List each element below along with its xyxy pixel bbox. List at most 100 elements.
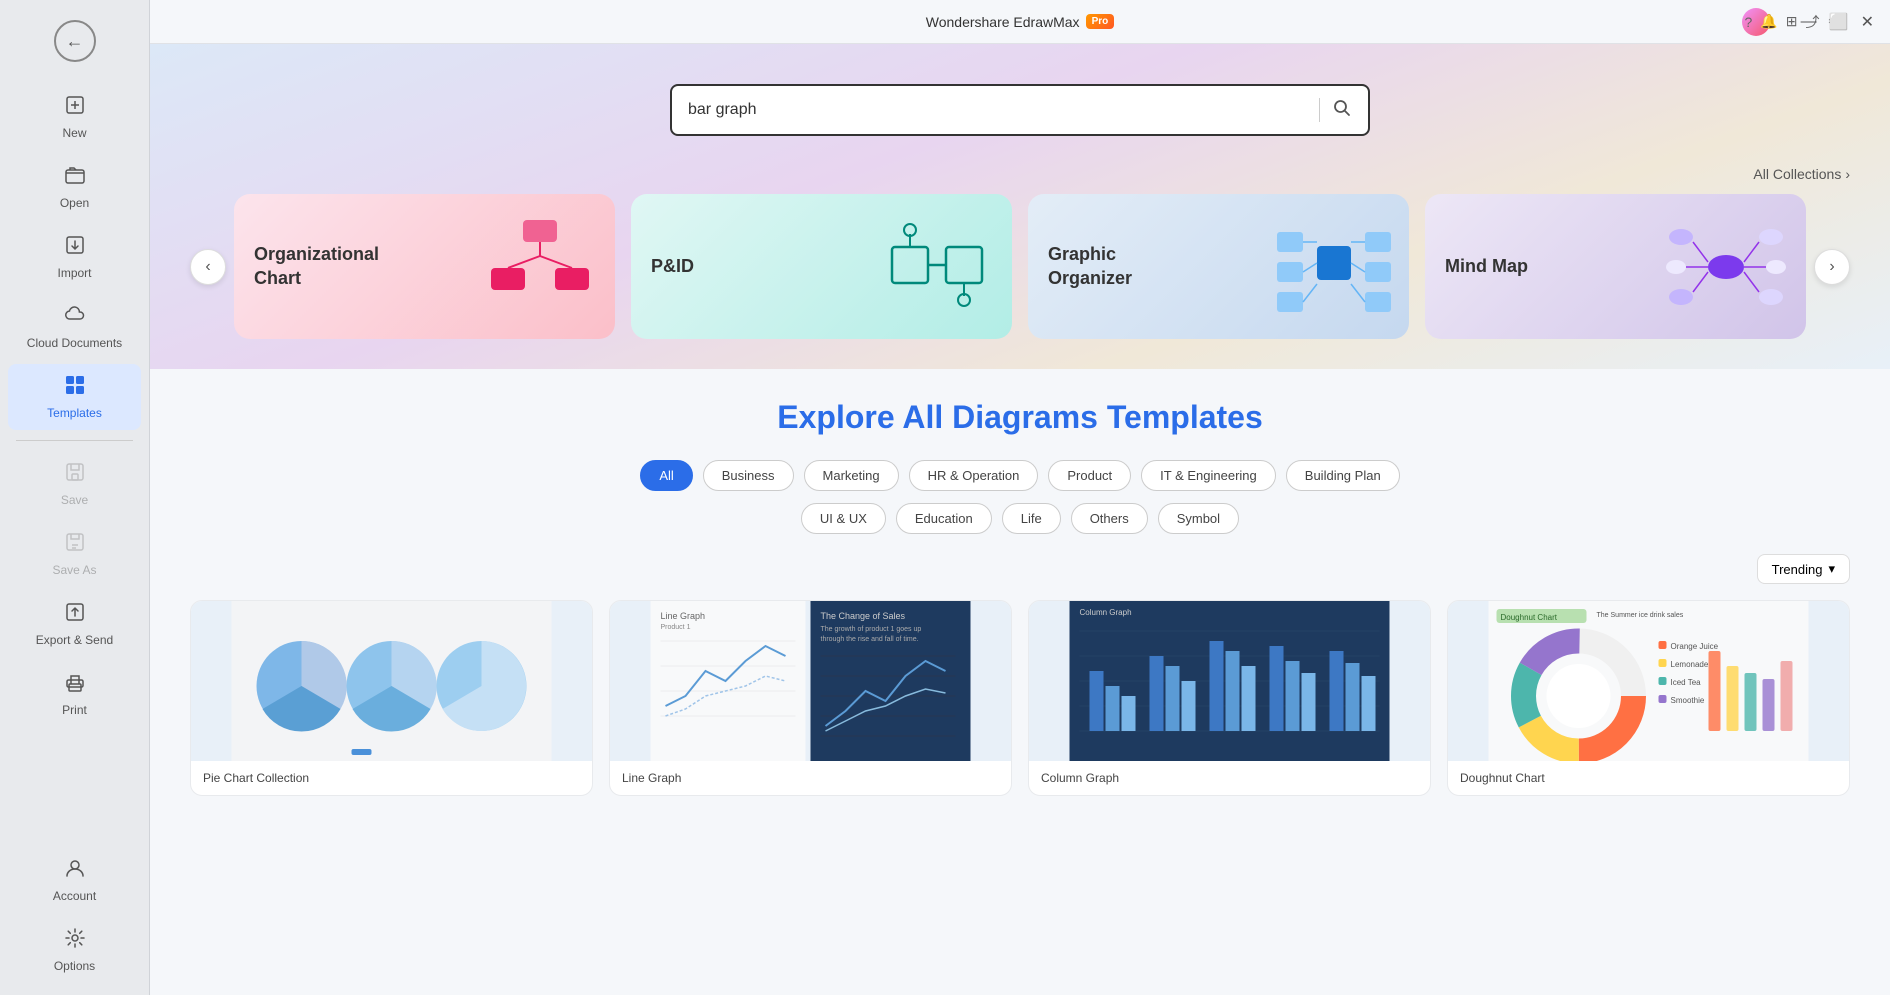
trending-chevron-icon: ▾	[1828, 561, 1835, 577]
sidebar-item-cloud[interactable]: Cloud Documents	[8, 294, 141, 360]
svg-text:The Summer ice drink sales: The Summer ice drink sales	[1597, 612, 1684, 619]
template-card-bar[interactable]: Column Graph	[1028, 600, 1431, 796]
template-thumb-doughnut: Doughnut Chart The Summer ice drink sale…	[1448, 601, 1849, 761]
help-icon[interactable]: ?	[1744, 14, 1752, 30]
carousel-card-org-chart[interactable]: Organizational Chart	[234, 194, 615, 339]
sidebar-item-account[interactable]: Account	[8, 847, 141, 913]
sidebar-item-export[interactable]: Export & Send	[8, 591, 141, 657]
trending-dropdown[interactable]: Trending ▾	[1757, 554, 1850, 584]
sidebar-item-import[interactable]: Import	[8, 224, 141, 290]
sidebar-print-label: Print	[62, 703, 87, 717]
template-info-line: Line Graph	[610, 761, 1011, 795]
mind-map-image	[1656, 194, 1796, 339]
sidebar-item-options[interactable]: Options	[8, 917, 141, 983]
template-info-doughnut: Doughnut Chart	[1448, 761, 1849, 795]
template-name-bar: Column Graph	[1041, 771, 1418, 785]
cloud-icon	[64, 304, 86, 332]
templates-heading: Explore All Diagrams Templates	[190, 399, 1850, 436]
minimize-button[interactable]: —	[1801, 13, 1817, 31]
content-area: All Collections › ‹ Organizational Chart	[150, 44, 1890, 995]
svg-text:Orange Juice: Orange Juice	[1671, 642, 1719, 651]
filter-pill-business[interactable]: Business	[703, 460, 794, 491]
search-input[interactable]	[688, 101, 1307, 119]
svg-text:Product 1: Product 1	[661, 624, 691, 631]
save-icon	[64, 461, 86, 489]
filter-pill-building[interactable]: Building Plan	[1286, 460, 1400, 491]
all-collections-link[interactable]: All Collections ›	[1753, 166, 1850, 182]
sidebar-templates-label: Templates	[47, 406, 102, 420]
template-name-doughnut: Doughnut Chart	[1460, 771, 1837, 785]
sidebar-item-print[interactable]: Print	[8, 661, 141, 727]
template-info-bar: Column Graph	[1029, 761, 1430, 795]
sidebar-item-save: Save	[8, 451, 141, 517]
filter-pill-others[interactable]: Others	[1071, 503, 1148, 534]
import-icon	[64, 234, 86, 262]
template-card-line[interactable]: Line Graph Product 1	[609, 600, 1012, 796]
new-icon	[64, 94, 86, 122]
template-info-pie: Pie Chart Collection	[191, 761, 592, 795]
templates-heading-plain: Explore	[777, 399, 902, 435]
sidebar-item-open[interactable]: Open	[8, 154, 141, 220]
carousel-card-mind-map[interactable]: Mind Map	[1425, 194, 1806, 339]
graphic-organizer-label: Graphic Organizer	[1048, 243, 1188, 290]
sidebar-save-label: Save	[61, 493, 88, 507]
sidebar-account-label: Account	[53, 889, 96, 903]
sidebar-new-label: New	[62, 126, 86, 140]
print-icon	[64, 671, 86, 699]
filter-pill-hr[interactable]: HR & Operation	[909, 460, 1039, 491]
carousel-card-graphic-organizer[interactable]: Graphic Organizer	[1028, 194, 1409, 339]
template-thumb-line: Line Graph Product 1	[610, 601, 1011, 761]
maximize-button[interactable]: ⬜	[1829, 12, 1849, 32]
pid-image	[872, 194, 1002, 339]
search-button[interactable]	[1332, 98, 1352, 123]
filter-pill-marketing[interactable]: Marketing	[804, 460, 899, 491]
templates-section: Explore All Diagrams Templates All Busin…	[150, 369, 1890, 816]
back-button[interactable]: ←	[54, 20, 96, 62]
template-thumb-pie	[191, 601, 592, 761]
hero-section: All Collections › ‹ Organizational Chart	[150, 44, 1890, 369]
sidebar-open-label: Open	[60, 196, 89, 210]
carousel-prev-button[interactable]: ‹	[190, 249, 226, 285]
all-collections-label: All Collections	[1753, 166, 1841, 182]
saveas-icon	[64, 531, 86, 559]
filter-pill-product[interactable]: Product	[1048, 460, 1131, 491]
sidebar-item-templates[interactable]: Templates	[8, 364, 141, 430]
template-grid: Pie Chart Collection Line Graph Product …	[190, 600, 1850, 796]
filter-pill-uiux[interactable]: UI & UX	[801, 503, 886, 534]
notification-icon[interactable]: 🔔	[1760, 13, 1777, 30]
svg-text:Column Graph: Column Graph	[1080, 608, 1132, 617]
sidebar-cloud-label: Cloud Documents	[27, 336, 122, 350]
sidebar-export-label: Export & Send	[36, 633, 113, 647]
sidebar-options-label: Options	[54, 959, 95, 973]
grid-icon[interactable]: ⊞	[1786, 13, 1798, 30]
sidebar-saveas-label: Save As	[52, 563, 96, 577]
org-chart-image	[475, 194, 605, 339]
export-icon	[64, 601, 86, 629]
carousel-card-pid[interactable]: P&ID	[631, 194, 1012, 339]
template-name-pie: Pie Chart Collection	[203, 771, 580, 785]
filter-pill-life[interactable]: Life	[1002, 503, 1061, 534]
filter-pill-education[interactable]: Education	[896, 503, 992, 534]
sidebar-item-new[interactable]: New	[8, 84, 141, 150]
close-button[interactable]: ✕	[1861, 12, 1874, 32]
sidebar-item-saveas: Save As	[8, 521, 141, 587]
svg-text:through the rise and fall of t: through the rise and fall of time.	[821, 636, 919, 643]
filter-pill-it[interactable]: IT & Engineering	[1141, 460, 1276, 491]
filter-pill-symbol[interactable]: Symbol	[1158, 503, 1239, 534]
carousel-next-button[interactable]: ›	[1814, 249, 1850, 285]
pid-label: P&ID	[651, 255, 694, 278]
titlebar: Wondershare EdrawMax Pro ? 🔔 ⊞ ⤴ ⚙ — ⬜ ✕	[150, 0, 1890, 44]
svg-text:Line Graph: Line Graph	[661, 611, 706, 621]
pro-badge: Pro	[1086, 14, 1115, 29]
graphic-organizer-image	[1269, 194, 1399, 339]
svg-text:Doughnut Chart: Doughnut Chart	[1501, 613, 1558, 622]
svg-text:Iced Tea: Iced Tea	[1671, 678, 1702, 687]
template-card-pie[interactable]: Pie Chart Collection	[190, 600, 593, 796]
search-bar[interactable]	[670, 84, 1370, 136]
template-card-doughnut[interactable]: Doughnut Chart The Summer ice drink sale…	[1447, 600, 1850, 796]
template-thumb-bar: Column Graph	[1029, 601, 1430, 761]
templates-icon	[64, 374, 86, 402]
templates-heading-highlight: All Diagrams Templates	[902, 399, 1262, 435]
filter-pill-all[interactable]: All	[640, 460, 692, 491]
svg-text:The growth of product 1 goes u: The growth of product 1 goes up	[821, 626, 922, 633]
